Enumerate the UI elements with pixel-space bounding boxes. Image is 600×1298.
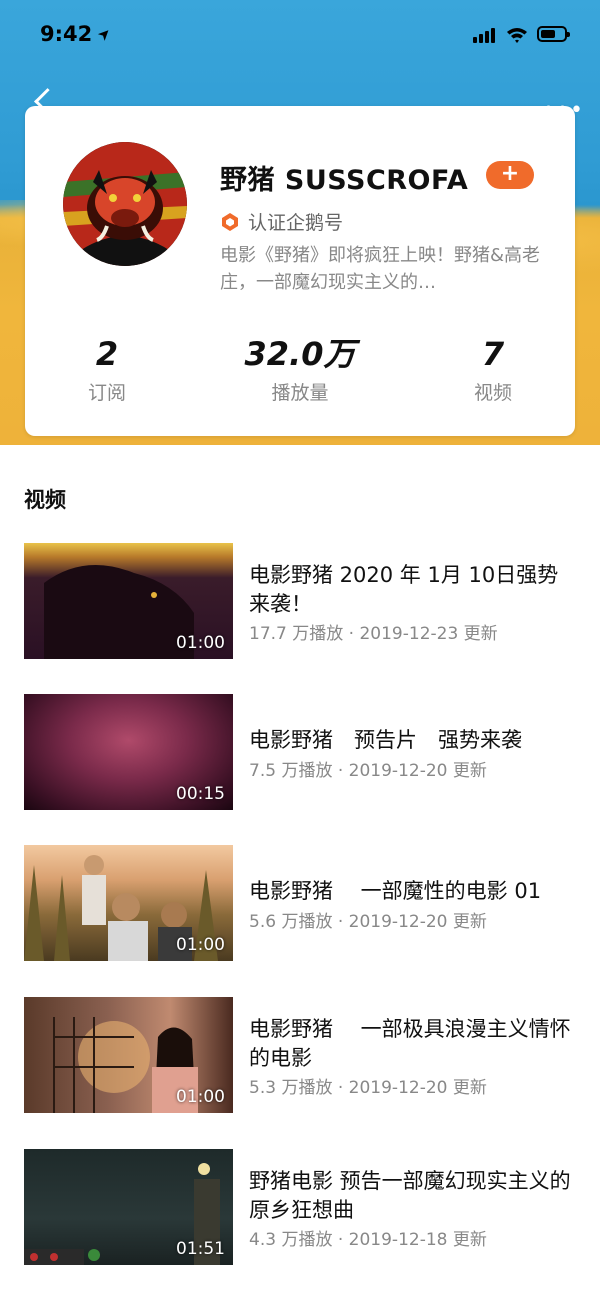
video-thumbnail[interactable]: 01:51: [24, 1149, 233, 1265]
stat-value: 32.0万: [244, 335, 356, 373]
video-views: 5.6 万播放: [249, 912, 333, 932]
channel-name: 野猪 SUSSCROFA: [220, 165, 469, 196]
stat-value: 2: [95, 335, 119, 373]
video-meta: 5.3 万播放 · 2019-12-20 更新: [249, 1078, 487, 1098]
verified-badge: 认证企鹅号: [220, 208, 343, 235]
video-meta: 17.7 万播放 · 2019-12-23 更新: [249, 624, 498, 644]
video-meta: 4.3 万播放 · 2019-12-18 更新: [249, 1230, 487, 1250]
status-bar: 9:42 ➤: [0, 0, 600, 70]
channel-profile-card: 野猪 SUSSCROFA + 认证企鹅号 电影《野猪》即将疯狂上映！野猪&高老庄…: [25, 106, 575, 436]
video-list-item[interactable]: 01:00 电影野猪 2020 年 1月 10日强势来袭！ 17.7 万播放 ·…: [24, 543, 584, 661]
stat-label: 播放量: [271, 382, 329, 404]
location-arrow-icon: ➤: [93, 23, 116, 45]
video-title[interactable]: 电影野猪 2020 年 1月 10日强势来袭！: [249, 561, 579, 619]
video-list-item[interactable]: 01:00 电影野猪 一部魔性的电影 01 5.6 万播放 · 2019-12-…: [24, 845, 584, 963]
stat-label: 视频: [473, 382, 512, 404]
verified-penguin-icon: [222, 213, 238, 231]
boar-logo-image: [63, 142, 187, 266]
video-thumbnail[interactable]: 00:15: [24, 694, 233, 810]
stat-subscriptions[interactable]: 2 订阅: [37, 336, 177, 405]
video-title[interactable]: 野猪电影 预告一部魔幻现实主义的原乡狂想曲: [249, 1167, 579, 1225]
video-duration: 00:15: [176, 784, 225, 804]
channel-description: 电影《野猪》即将疯狂上映！野猪&高老庄，一部魔幻现实主义的…: [220, 245, 541, 293]
channel-avatar[interactable]: [63, 142, 187, 266]
video-duration: 01:00: [176, 1087, 225, 1107]
video-title[interactable]: 电影野猪 预告片 强势来袭: [249, 726, 579, 755]
video-date: 2019-12-20 更新: [348, 761, 487, 781]
videos-section-title: 视频: [24, 488, 66, 512]
video-views: 5.3 万播放: [249, 1078, 333, 1098]
video-date: 2019-12-20 更新: [348, 1078, 487, 1098]
video-meta: 7.5 万播放 · 2019-12-20 更新: [249, 761, 487, 781]
video-thumbnail[interactable]: 01:00: [24, 845, 233, 961]
cellular-signal-icon: [473, 27, 497, 43]
stat-value: 7: [481, 335, 505, 373]
video-list-item[interactable]: 01:51 野猪电影 预告一部魔幻现实主义的原乡狂想曲 4.3 万播放 · 20…: [24, 1149, 584, 1267]
stat-label: 订阅: [87, 382, 126, 404]
video-date: 2019-12-23 更新: [359, 624, 498, 644]
video-views: 4.3 万播放: [249, 1230, 333, 1250]
video-title[interactable]: 电影野猪 一部极具浪漫主义情怀的电影: [249, 1015, 579, 1073]
status-time: 9:42: [40, 22, 93, 46]
video-list-item[interactable]: 01:00 电影野猪 一部极具浪漫主义情怀的电影 5.3 万播放 · 2019-…: [24, 997, 584, 1115]
video-duration: 01:00: [176, 935, 225, 955]
video-duration: 01:00: [176, 633, 225, 653]
video-list-item[interactable]: 00:15 电影野猪 预告片 强势来袭 7.5 万播放 · 2019-12-20…: [24, 694, 584, 812]
subscribe-button[interactable]: +: [486, 161, 534, 189]
video-thumbnail[interactable]: 01:00: [24, 543, 233, 659]
stat-plays[interactable]: 32.0万 播放量: [230, 336, 370, 405]
video-thumbnail[interactable]: 01:00: [24, 997, 233, 1113]
video-date: 2019-12-18 更新: [348, 1230, 487, 1250]
stat-videos[interactable]: 7 视频: [423, 336, 563, 405]
video-duration: 01:51: [176, 1239, 225, 1259]
verified-label: 认证企鹅号: [248, 212, 344, 234]
battery-icon: [537, 26, 570, 42]
video-meta: 5.6 万播放 · 2019-12-20 更新: [249, 912, 487, 932]
wifi-icon: [507, 28, 527, 43]
video-views: 17.7 万播放: [249, 624, 344, 644]
video-date: 2019-12-20 更新: [348, 912, 487, 932]
video-title[interactable]: 电影野猪 一部魔性的电影 01: [249, 877, 579, 906]
video-views: 7.5 万播放: [249, 761, 333, 781]
